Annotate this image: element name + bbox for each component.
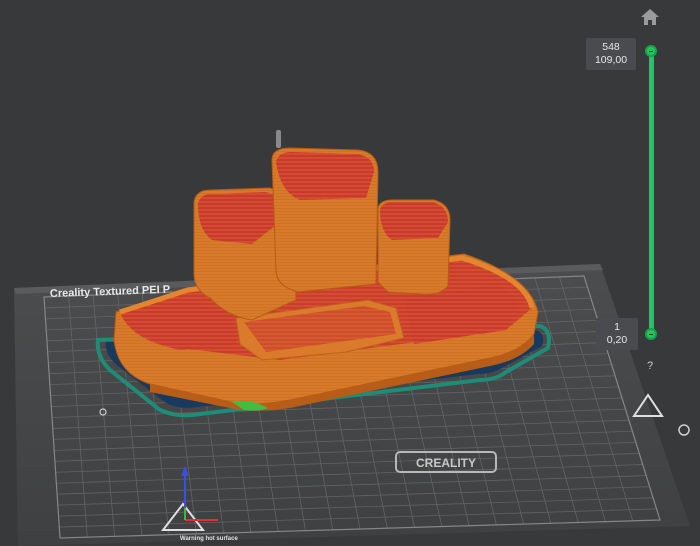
layer-slider-top-handle[interactable]	[645, 45, 657, 57]
bottom-layer-label: 1 0,20	[596, 318, 638, 350]
bottom-layer-height: 0,20	[606, 334, 628, 346]
3d-viewport[interactable]: Creality Textured PEI P CREALITY Warning…	[0, 0, 700, 546]
layer-slider-bottom-handle[interactable]	[645, 328, 657, 340]
home-icon	[641, 9, 659, 25]
top-layer-label: 548 109,00	[586, 38, 636, 70]
preview-scene[interactable]: Creality Textured PEI P CREALITY Warning…	[0, 0, 700, 546]
top-layer-height: 109,00	[594, 54, 628, 66]
layer-slider-track[interactable]	[649, 52, 654, 334]
bed-warning-text: Warning hot surface	[180, 536, 238, 542]
wipe-tower-post	[276, 130, 281, 148]
top-layer-number: 548	[602, 41, 620, 53]
help-icon[interactable]: ?	[644, 360, 656, 374]
bottom-layer-number: 1	[614, 321, 620, 333]
print-model	[113, 130, 539, 411]
home-view-button[interactable]	[639, 6, 661, 28]
bed-brand-text: CREALITY	[416, 456, 476, 470]
